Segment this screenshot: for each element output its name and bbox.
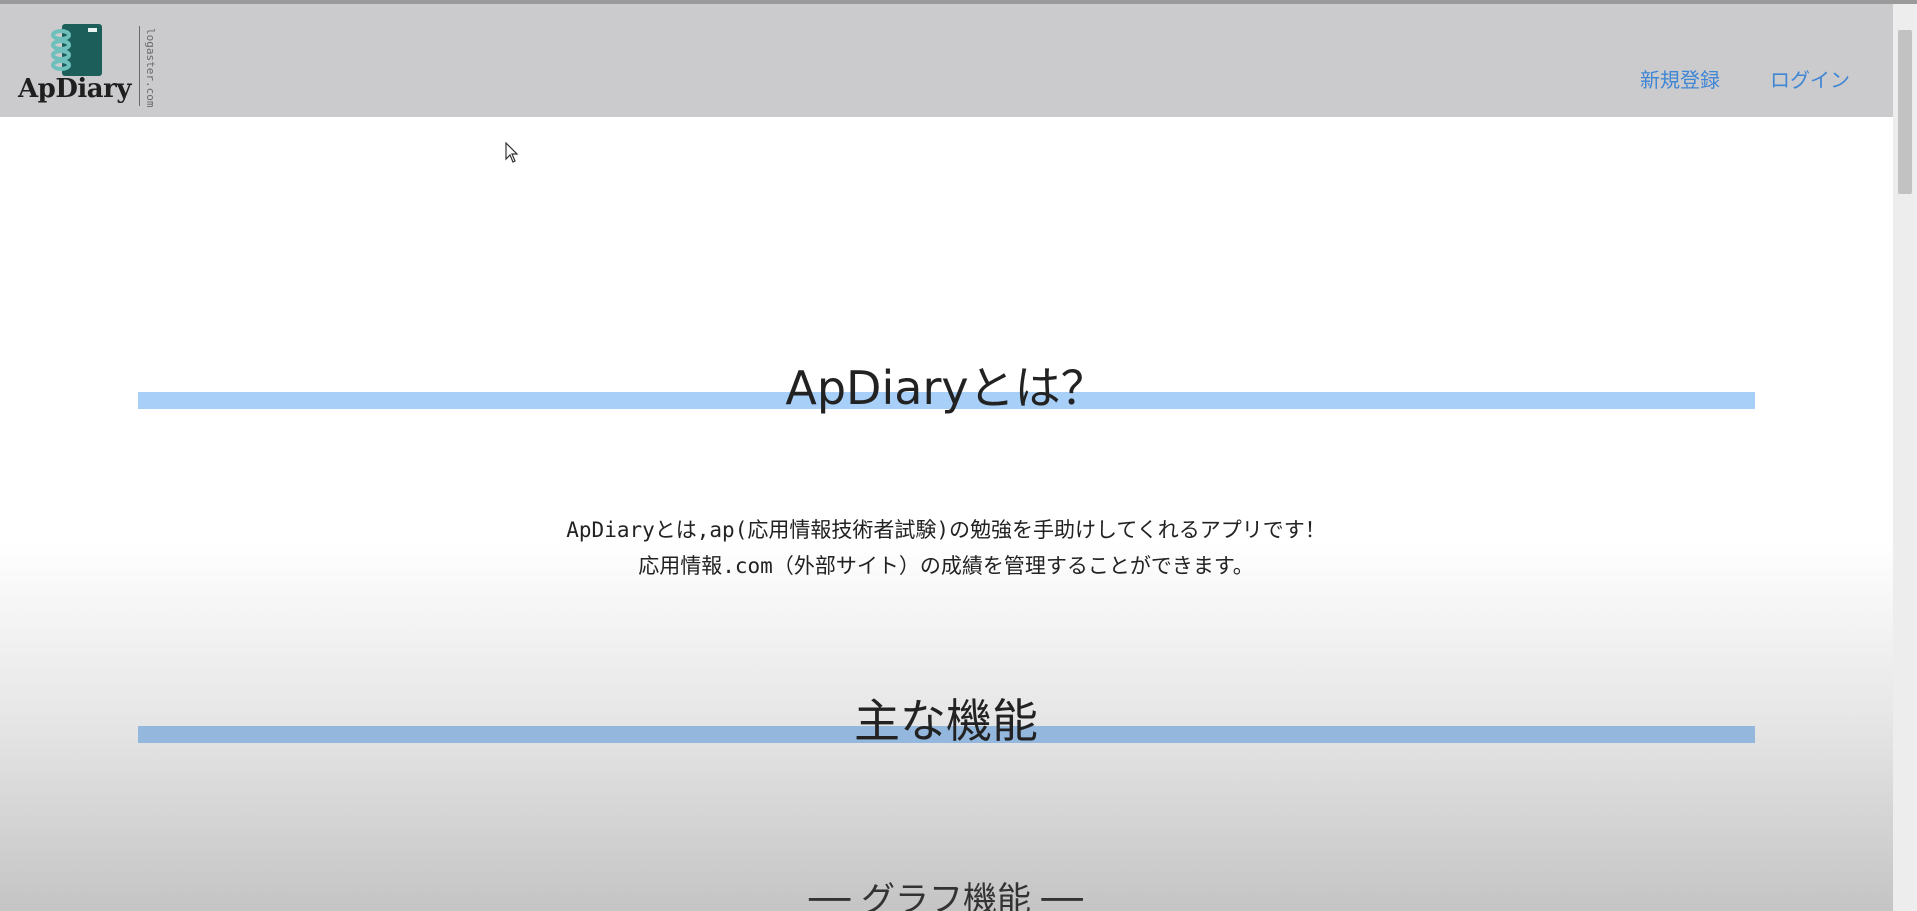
site-header: ApDiary logaster.com 新規登録 ログイン — [0, 4, 1917, 117]
feature-heading-graph: ── グラフ機能 ── — [809, 880, 1083, 911]
login-link[interactable]: ログイン — [1770, 64, 1850, 93]
description-line-2: 応用情報.com（外部サイト）の成績を管理することができます。 — [638, 554, 1254, 578]
logo-text: ApDiary — [18, 74, 131, 104]
register-link[interactable]: 新規登録 — [1640, 64, 1720, 93]
scrollbar-thumb[interactable] — [1898, 30, 1912, 194]
logo-subtext: logaster.com — [144, 28, 157, 108]
mouse-cursor-icon — [505, 142, 519, 163]
section-title-about: ApDiaryとは？ — [785, 361, 1107, 415]
site-logo[interactable]: ApDiary logaster.com — [18, 18, 168, 108]
logo-divider — [139, 26, 140, 106]
description-line-1: ApDiaryとは,ap(応用情報技術者試験)の勉強を手助けしてくれるアプリです… — [566, 518, 1326, 542]
vertical-scrollbar[interactable] — [1893, 4, 1917, 911]
section-title-features: 主な機能 — [854, 694, 1038, 748]
notebook-icon — [51, 24, 102, 76]
